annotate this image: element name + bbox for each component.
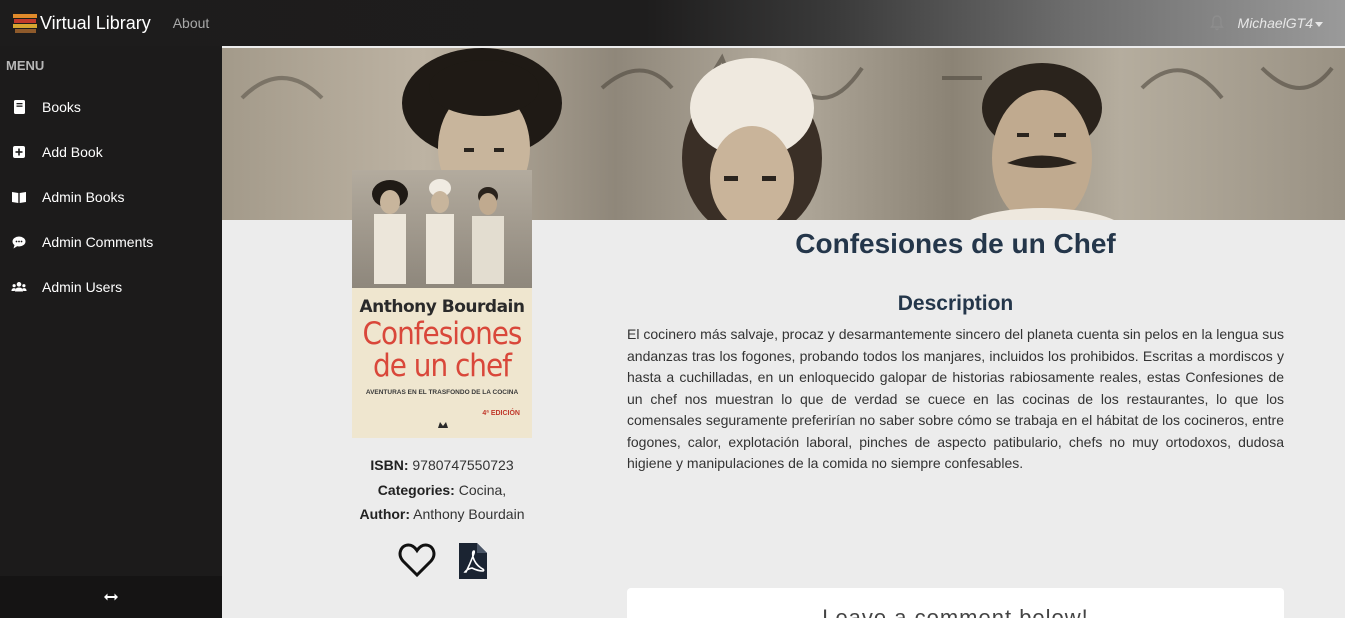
author-row: Author: Anthony Bourdain: [332, 506, 552, 522]
sidebar-item-label: Books: [42, 99, 81, 115]
sidebar-item-label: Admin Books: [42, 189, 125, 205]
sidebar-item-books[interactable]: Books: [0, 87, 222, 127]
navbar-right: MichaelGT4: [1209, 0, 1323, 46]
chevron-down-icon: [1315, 21, 1323, 27]
top-navbar: Virtual Library About MichaelGT4: [0, 0, 1345, 46]
cover-subtitle: AVENTURAS EN EL TRASFONDO DE LA COCINA: [365, 389, 519, 396]
book-actions: [398, 542, 488, 580]
cover-photo: [352, 170, 532, 288]
users-icon: [11, 282, 27, 292]
bell-icon[interactable]: [1209, 15, 1224, 31]
description-text: El cocinero más salvaje, procaz y desarm…: [627, 326, 1284, 471]
isbn-row: ISBN: 9780747550723: [332, 457, 552, 473]
username: MichaelGT4: [1237, 15, 1313, 31]
categories-value: Cocina,: [458, 482, 507, 498]
sidebar-item-label: Admin Comments: [42, 234, 154, 250]
categories-row: Categories: Cocina,: [332, 482, 552, 498]
cover-title-line: Confesiones: [362, 316, 523, 352]
isbn-label: ISBN:: [370, 457, 409, 473]
description-heading: Description: [897, 292, 1014, 315]
sidebar-item-label: Add Book: [42, 144, 103, 160]
books-logo-icon: [13, 14, 37, 33]
cover-title-line: de un chef: [373, 348, 512, 384]
author-label: Author:: [359, 506, 411, 522]
sidebar-item-admin-users[interactable]: Admin Users: [0, 267, 222, 307]
sidebar-toggle-button[interactable]: [0, 576, 222, 618]
sidebar-item-add-book[interactable]: Add Book: [0, 132, 222, 172]
arrows-h-icon: [104, 593, 118, 601]
cover-edition: 4ª EDICIÓN: [482, 410, 520, 417]
book-cover-image: Anthony Bourdain Confesiones de un chef …: [352, 170, 532, 438]
isbn-value: 9780747550723: [412, 457, 514, 473]
sidebar-item-admin-books[interactable]: Admin Books: [0, 177, 222, 217]
categories-label: Categories:: [377, 482, 455, 498]
plus-square-icon: [13, 146, 25, 158]
comment-icon: [12, 236, 26, 249]
author-value: Anthony Bourdain: [413, 506, 525, 522]
cover-author: Anthony Bourdain: [359, 297, 525, 317]
open-book-icon: [12, 192, 26, 203]
sidebar-item-admin-comments[interactable]: Admin Comments: [0, 222, 222, 262]
book-title: Confesiones de un Chef: [795, 228, 1116, 259]
user-dropdown[interactable]: MichaelGT4: [1238, 15, 1323, 31]
cover-title: Confesiones de un chef: [352, 318, 532, 382]
nav-about-link[interactable]: About: [173, 15, 210, 31]
heart-icon[interactable]: [398, 542, 436, 578]
sidebar: MENU Books Add Book Admin Books Admin Co…: [0, 46, 222, 618]
sidebar-item-label: Admin Users: [42, 279, 123, 295]
publisher-logo-icon: [438, 422, 448, 428]
brand-link[interactable]: Virtual Library: [12, 12, 151, 34]
book-icon: [14, 100, 25, 114]
comment-prompt: Leave a comment below!: [822, 605, 1089, 618]
menu-title: MENU: [6, 58, 45, 73]
brand-name: Virtual Library: [40, 12, 151, 33]
comment-card: Leave a comment below!: [627, 588, 1284, 618]
pdf-file-icon[interactable]: [458, 542, 488, 580]
